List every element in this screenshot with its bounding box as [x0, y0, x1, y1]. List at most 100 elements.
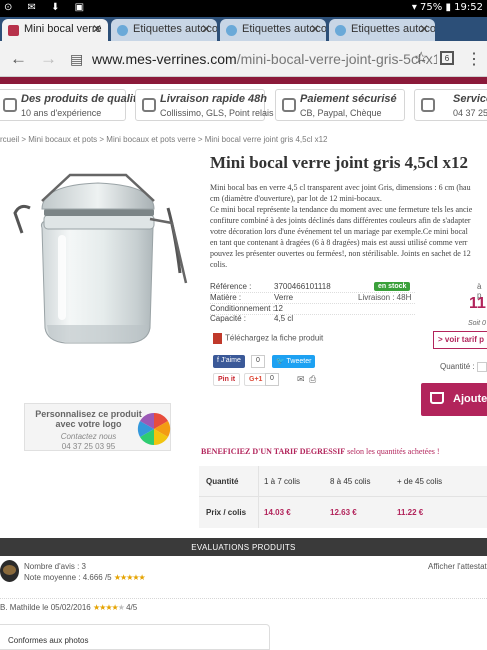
degressive-heading-bold: BENEFICIEZ D'UN TARIF DEGRESSIF — [201, 447, 346, 456]
pinterest-button[interactable]: Pin it — [213, 373, 241, 386]
spec-value: Verre — [274, 293, 294, 302]
feature-subtitle: Collissimo, GLS, Point relais — [160, 108, 274, 118]
site-favicon-icon — [226, 25, 237, 36]
site-menu-strip — [0, 77, 487, 84]
description-line: Mini bocal bas en verre 4,5 cl transpare… — [210, 183, 471, 192]
close-icon[interactable]: ✕ — [310, 22, 320, 36]
add-to-cart-label: Ajouter — [453, 393, 487, 405]
pinterest-label: Pin it — [218, 376, 236, 383]
tab-mini-bocal[interactable]: Mini bocal verre ✕ — [2, 19, 108, 41]
spec-label: Matière : — [210, 293, 242, 302]
email-icon[interactable]: ✉ — [297, 374, 305, 385]
description-line: colis. — [210, 260, 228, 269]
url-field[interactable]: www.mes-verrines.com/mini-bocal-verre-jo… — [92, 46, 437, 72]
spec-label: Conditionnement : — [210, 304, 275, 313]
banner-line: Personnalisez ce produit — [35, 409, 142, 419]
spec-row: Capacité : 4,5 cl — [210, 314, 415, 324]
evaluations-header: EVALUATIONS PRODUITS — [0, 538, 487, 556]
degressive-price-table: Quantité Prix / colis 1 à 7 colis 8 à 45… — [199, 466, 487, 528]
clock: 19:52 — [454, 2, 483, 13]
show-attestation-link[interactable]: Afficher l'attestati — [428, 562, 487, 571]
reviewer-name: B. Mathilde — [0, 603, 41, 612]
tweet-label: Tweeter — [286, 358, 312, 365]
forward-arrow-icon[interactable]: → — [40, 49, 57, 69]
spec-value: 12 — [274, 304, 283, 313]
tab-strip: Mini bocal verre ✕ Etiquettes autoco ✕ E… — [0, 17, 487, 41]
feature-title: Livraison rapide 48h — [160, 93, 267, 105]
features-row: Des produits de qualité 10 ans d'expérie… — [0, 85, 487, 127]
table-row-header: Prix / colis — [206, 508, 247, 517]
twitter-icon: 🐦 — [276, 358, 287, 365]
notification-icons: ⊙ ✉ ⬇ ▣ — [4, 2, 91, 13]
address-bar: ← → ▤ www.mes-verrines.com/mini-bocal-ve… — [0, 41, 487, 77]
degressive-heading-rest: selon les quantités achetées ! — [347, 447, 440, 456]
tab-label: Mini bocal verre — [24, 23, 102, 35]
custom-logo-banner[interactable]: Personnalisez ce produit avec votre logo… — [24, 403, 171, 451]
download-sheet-link[interactable]: Téléchargez la fiche produit — [213, 333, 323, 344]
site-favicon-icon — [117, 25, 128, 36]
cart-icon — [430, 392, 444, 404]
feature-title: Paiement sécurisé — [300, 93, 397, 105]
tab-etiquettes-1[interactable]: Etiquettes autoco ✕ — [111, 19, 217, 41]
review-score: 4/5 — [126, 603, 138, 612]
price-per-unit: Soit 0 — [468, 320, 486, 327]
spec-label: Référence : — [210, 282, 252, 291]
tab-etiquettes-2[interactable]: Etiquettes autoco ✕ — [220, 19, 326, 41]
tweet-button[interactable]: 🐦 Tweeter — [272, 355, 316, 368]
battery-icon: ▮ — [445, 2, 451, 13]
bookmark-star-icon[interactable]: ☆ — [414, 48, 428, 68]
tab-etiquettes-3[interactable]: Etiquettes autoco ✕ — [329, 19, 435, 41]
pdf-icon — [213, 333, 222, 344]
site-favicon-icon — [8, 25, 19, 36]
stock-badge: en stock — [374, 282, 411, 291]
feature-subtitle: 10 ans d'expérience — [21, 108, 102, 118]
close-icon[interactable]: ✕ — [419, 22, 429, 36]
feature-delivery: Livraison rapide 48h Collissimo, GLS, Po… — [135, 89, 274, 121]
description-line: Ce mini bocal représente la tendance du … — [210, 205, 473, 214]
spec-value: 3700466101118 — [274, 282, 331, 291]
page-info-icon[interactable]: ▤ — [70, 51, 83, 68]
facebook-like-button[interactable]: f J'aime — [213, 355, 245, 368]
wifi-icon: ▾ — [411, 2, 417, 13]
thumbs-up-icon — [3, 98, 17, 112]
banner-line: avec votre logo — [55, 419, 122, 429]
url-domain: www.mes-verrines.com — [92, 51, 237, 67]
table-cell: 8 à 45 colis — [330, 477, 371, 486]
spec-value: 4,5 cl — [274, 314, 294, 323]
description-line: cm (diamètre d'ouverture), par lot de 12… — [210, 194, 382, 203]
breadcrumb[interactable]: rcueil > Mini bocaux et pots > Mini boca… — [0, 135, 328, 144]
delivery-time: Livraison : 48H — [358, 293, 412, 302]
feature-title: Des produits de qualité — [21, 93, 143, 105]
back-arrow-icon[interactable]: ← — [10, 49, 27, 69]
banner-line: Contactez nous — [60, 432, 117, 441]
add-to-cart-button[interactable]: Ajouter — [421, 383, 487, 416]
table-cell: 14.03 € — [264, 508, 291, 517]
description-line: pouvez les présenter ouvertes ou fermées… — [210, 249, 471, 258]
review-date: le 05/02/2016 — [42, 603, 91, 612]
banner-line: 04 37 25 03 95 — [61, 442, 116, 451]
print-icon[interactable]: ⎙ — [309, 374, 316, 385]
review-body: Conformes aux photos — [0, 624, 270, 650]
gplus-count: 0 — [265, 373, 279, 386]
table-cell: + de 45 colis — [397, 477, 443, 486]
see-price-button[interactable]: > voir tarif p — [433, 331, 487, 349]
feature-quality: Des produits de qualité 10 ans d'expérie… — [0, 89, 143, 121]
product-title: Mini bocal verre joint gris 4,5cl x12 — [210, 153, 468, 172]
review-stars-icon: ★★★★★ — [93, 603, 125, 612]
google-plus-button[interactable]: G+1 — [244, 373, 268, 386]
avis-verifies-logo — [0, 560, 19, 582]
feature-title: Service c — [453, 93, 487, 105]
close-icon[interactable]: ✕ — [201, 22, 211, 36]
degressive-heading: BENEFICIEZ D'UN TARIF DEGRESSIF selon le… — [201, 447, 440, 456]
close-icon[interactable]: ✕ — [92, 22, 102, 36]
tab-switcher-button[interactable]: 6 — [440, 51, 454, 65]
average-rating-text: Note moyenne : 4.666 /5 — [24, 573, 112, 582]
rating-stars-icon: ★★★★★ — [113, 573, 146, 582]
review-header: B. Mathilde le 05/02/2016 ★★★★★ 4/5 — [0, 603, 137, 612]
product-image[interactable] — [0, 153, 200, 358]
overflow-menu-icon[interactable]: ⋮ — [466, 49, 482, 69]
quantity-input[interactable] — [477, 362, 487, 372]
feature-subtitle: 04 37 25 — [453, 108, 487, 118]
truck-icon — [142, 98, 156, 112]
status-bar: ⊙ ✉ ⬇ ▣ ▾ 75% ▮ 19:52 — [0, 0, 487, 17]
